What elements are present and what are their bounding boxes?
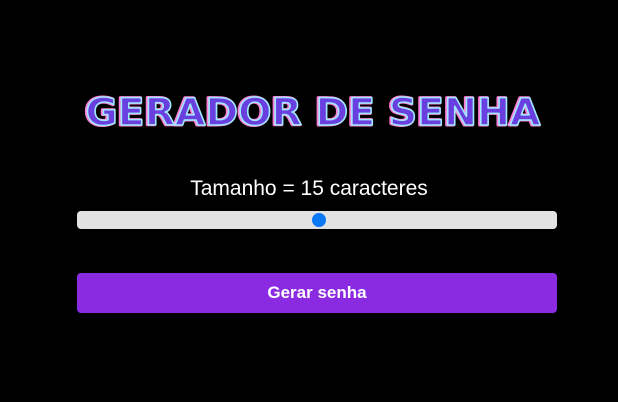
length-slider[interactable] <box>77 211 557 229</box>
generate-password-button[interactable]: Gerar senha <box>77 273 557 313</box>
page-title-wrap: GERADOR DE SENHA GERADOR DE SENHA <box>0 82 618 142</box>
page-title: GERADOR DE SENHA <box>86 91 541 134</box>
password-generator-page: GERADOR DE SENHA GERADOR DE SENHA Tamanh… <box>0 0 618 402</box>
length-label: Tamanho = 15 caracteres <box>190 177 428 200</box>
page-title-graphic: GERADOR DE SENHA GERADOR DE SENHA <box>83 90 542 136</box>
length-slider-thumb[interactable] <box>312 213 326 227</box>
